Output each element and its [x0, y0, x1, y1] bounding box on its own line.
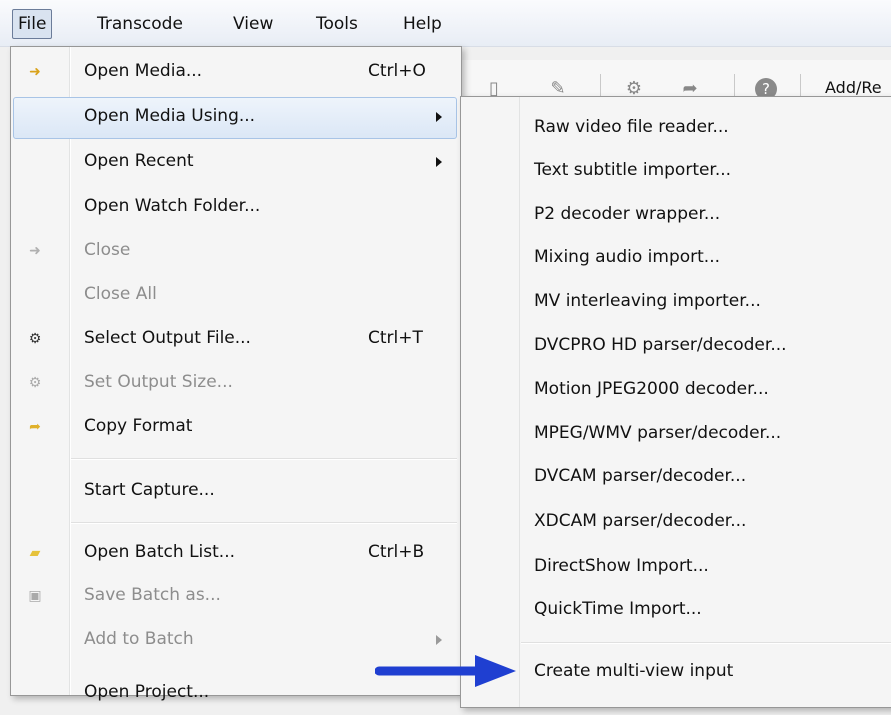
chevron-right-icon [436, 157, 442, 167]
menu-separator [71, 522, 457, 523]
open-media-icon: ➜ [29, 64, 41, 80]
submenu-item-xdcam-parser-decoder[interactable]: XDCAM parser/decoder... [534, 511, 746, 531]
menu-item-label: Open Media Using... [84, 106, 256, 126]
menu-item-label: Open Media... [84, 61, 203, 81]
menu-item-label: Set Output Size... [84, 372, 233, 392]
menu-item-save-batch-as: ▣ Save Batch as... [13, 576, 457, 618]
save-icon: ▣ [28, 588, 42, 604]
gear-icon: ⚙ [28, 375, 42, 391]
menu-item-copy-format[interactable]: ➦ Copy Format [13, 407, 457, 449]
menu-item-shortcut: Ctrl+B [368, 542, 425, 562]
menu-separator [521, 642, 891, 643]
chevron-right-icon [436, 635, 442, 645]
submenu-item-quicktime-import[interactable]: QuickTime Import... [534, 599, 702, 619]
menu-file[interactable]: File [12, 9, 53, 39]
menu-item-open-watch-folder[interactable]: Open Watch Folder... [13, 187, 457, 229]
menu-item-open-media[interactable]: ➜ Open Media... Ctrl+O [13, 52, 457, 94]
submenu-item-text-subtitle-importer[interactable]: Text subtitle importer... [534, 160, 731, 180]
menu-item-select-output-file[interactable]: ⚙ Select Output File... Ctrl+T [13, 319, 457, 361]
menu-item-label: Close [84, 240, 131, 260]
menu-item-label: Open Watch Folder... [84, 196, 261, 216]
menu-view[interactable]: View [228, 10, 278, 38]
menu-item-close: ➜ Close [13, 231, 457, 273]
copy-format-icon: ➦ [29, 419, 41, 435]
open-media-using-submenu: Raw video file reader... Text subtitle i… [460, 96, 891, 708]
menu-item-label: Copy Format [84, 416, 193, 436]
file-menu: ➜ Open Media... Ctrl+O Open Media Using.… [10, 46, 462, 702]
menu-item-label: Close All [84, 284, 157, 304]
submenu-item-dvcpro-hd-parser-decoder[interactable]: DVCPRO HD parser/decoder... [534, 335, 787, 355]
menu-item-close-all: Close All [13, 275, 457, 317]
menu-help[interactable]: Help [398, 10, 447, 38]
menu-item-label: Open Project... [84, 682, 210, 702]
add-button-label[interactable]: Add/Re [825, 78, 882, 97]
submenu-item-dvcam-parser-decoder[interactable]: DVCAM parser/decoder... [534, 466, 746, 486]
menu-item-shortcut: Ctrl+T [368, 328, 423, 348]
menu-item-label: Open Recent [84, 151, 194, 171]
menu-item-label: Open Batch List... [84, 542, 236, 562]
menu-item-label: Select Output File... [84, 328, 251, 348]
submenu-item-p2-decoder-wrapper[interactable]: P2 decoder wrapper... [534, 204, 720, 224]
menu-item-set-output-size: ⚙ Set Output Size... [13, 363, 457, 405]
gear-icon: ⚙ [28, 331, 42, 347]
submenu-item-mpeg-wmv-parser-decoder[interactable]: MPEG/WMV parser/decoder... [534, 423, 781, 443]
menu-item-open-media-using[interactable]: Open Media Using... [13, 97, 457, 139]
submenu-item-mixing-audio-import[interactable]: Mixing audio import... [534, 247, 720, 267]
menu-item-open-recent[interactable]: Open Recent [13, 142, 457, 184]
close-media-icon: ➜ [29, 243, 41, 259]
menu-item-label: Save Batch as... [84, 585, 221, 605]
submenu-item-mv-interleaving-importer[interactable]: MV interleaving importer... [534, 291, 761, 311]
menu-transcode[interactable]: Transcode [92, 10, 188, 38]
submenu-item-directshow-import[interactable]: DirectShow Import... [534, 556, 709, 576]
menu-bar: File Transcode View Tools Help [0, 0, 891, 47]
menu-item-open-batch-list[interactable]: ▰ Open Batch List... Ctrl+B [13, 533, 457, 575]
submenu-item-raw-video-file-reader[interactable]: Raw video file reader... [534, 117, 729, 137]
menu-item-label: Add to Batch [84, 629, 194, 649]
submenu-item-motion-jpeg2000-decoder[interactable]: Motion JPEG2000 decoder... [534, 379, 769, 399]
menu-item-label: Start Capture... [84, 480, 215, 500]
menu-item-start-capture[interactable]: Start Capture... [13, 471, 457, 513]
menu-item-shortcut: Ctrl+O [368, 61, 426, 81]
menu-tools[interactable]: Tools [311, 10, 363, 38]
chevron-right-icon [436, 112, 442, 122]
menu-gutter [519, 97, 520, 707]
menu-separator [71, 458, 457, 459]
submenu-item-create-multi-view-input[interactable]: Create multi-view input [534, 661, 733, 681]
annotation-arrow-icon [375, 655, 516, 687]
folder-icon: ▰ [29, 545, 41, 561]
